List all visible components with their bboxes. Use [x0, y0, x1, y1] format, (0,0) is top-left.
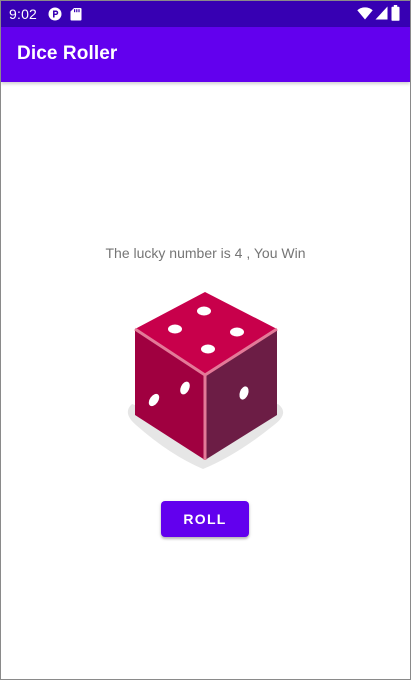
- dice-image: [127, 292, 284, 469]
- result-text: The lucky number is 4 , You Win: [105, 245, 306, 261]
- app-title: Dice Roller: [17, 43, 118, 64]
- dice-pip: [168, 324, 182, 334]
- wifi-icon: [357, 7, 373, 20]
- sd-card-icon: [70, 8, 82, 21]
- status-bar: 9:02: [1, 1, 410, 27]
- dice-pip: [201, 344, 215, 354]
- status-time: 9:02: [9, 6, 38, 22]
- dice-pip: [197, 306, 211, 316]
- dice-pip: [230, 327, 244, 337]
- app-screen: 9:02 Dice Roller The lucky number is 4 ,…: [0, 0, 411, 680]
- p-app-icon: [48, 7, 62, 21]
- roll-button[interactable]: ROLL: [161, 501, 249, 537]
- cell-signal-icon: [375, 6, 388, 20]
- app-bar: Dice Roller: [1, 27, 410, 82]
- battery-icon: [391, 5, 400, 21]
